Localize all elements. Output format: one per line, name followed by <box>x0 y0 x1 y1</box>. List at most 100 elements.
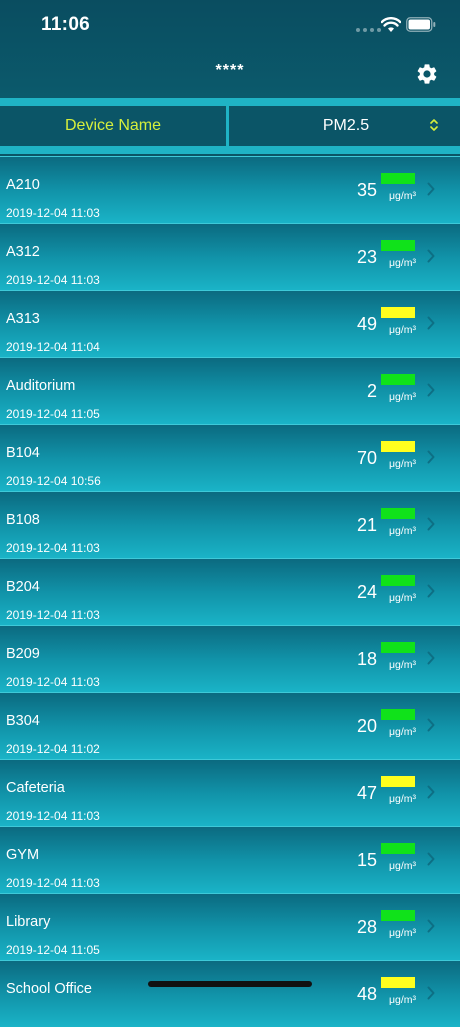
device-name: B209 <box>6 646 40 662</box>
pm25-value: 48 <box>356 984 377 1004</box>
device-timestamp: 2019-12-04 11:02 <box>6 742 100 756</box>
device-row[interactable]: A210 2019-12-04 11:03 35 μg/m³ <box>0 156 460 223</box>
device-row[interactable]: B204 2019-12-04 11:03 24 μg/m³ <box>0 558 460 625</box>
air-quality-level-bar <box>381 709 415 720</box>
device-name: Library <box>6 914 51 930</box>
chevron-right-icon <box>427 517 435 531</box>
device-timestamp: 2019-12-04 11:03 <box>6 809 100 823</box>
device-name: GYM <box>6 847 40 863</box>
chevron-right-icon <box>427 852 435 866</box>
status-time: 11:06 <box>41 14 91 35</box>
page-title: **** <box>215 62 245 79</box>
unit-label: μg/m³ <box>389 257 417 269</box>
device-name: School Office <box>6 981 92 997</box>
chevron-right-icon <box>427 718 435 732</box>
device-row[interactable]: GYM 2019-12-04 11:03 15 μg/m³ <box>0 826 460 893</box>
device-row[interactable]: B209 2019-12-04 11:03 18 μg/m³ <box>0 625 460 692</box>
unit-label: μg/m³ <box>389 525 417 537</box>
cellular-signal-icon <box>356 28 381 32</box>
air-quality-level-bar <box>381 441 415 452</box>
device-name: Auditorium <box>6 378 76 394</box>
device-timestamp: 2019-12-04 11:03 <box>6 675 100 689</box>
pm25-value: 70 <box>356 448 377 468</box>
air-quality-level-bar <box>381 910 415 921</box>
unit-label: μg/m³ <box>389 726 417 738</box>
device-row[interactable]: B104 2019-12-04 10:56 70 μg/m³ <box>0 424 460 491</box>
device-timestamp: 2019-12-04 11:03 <box>6 206 100 220</box>
chevron-right-icon <box>427 584 435 598</box>
sort-device-label: Device Name <box>64 117 162 134</box>
chevron-right-icon <box>427 785 435 799</box>
unit-label: μg/m³ <box>389 592 417 604</box>
device-timestamp: 2019-12-04 11:03 <box>6 273 100 287</box>
pm25-value: 24 <box>356 582 377 602</box>
chevron-right-icon <box>427 249 435 263</box>
device-row[interactable]: Auditorium 2019-12-04 11:05 2 μg/m³ <box>0 357 460 424</box>
unit-label: μg/m³ <box>389 793 417 805</box>
air-quality-level-bar <box>381 843 415 854</box>
chevron-right-icon <box>427 919 435 933</box>
device-timestamp: 2019-12-04 11:05 <box>6 943 100 957</box>
unit-label: μg/m³ <box>389 927 417 939</box>
unit-label: μg/m³ <box>389 190 417 202</box>
device-name: B104 <box>6 445 40 461</box>
air-quality-level-bar <box>381 508 415 519</box>
metric-label: PM2.5 <box>322 117 370 134</box>
device-name: B304 <box>6 713 40 729</box>
device-timestamp: 2019-12-04 11:05 <box>6 407 100 421</box>
gear-icon[interactable] <box>415 62 439 86</box>
pm25-value: 23 <box>356 247 377 267</box>
air-quality-level-bar <box>381 173 415 184</box>
device-timestamp: 2019-12-04 10:56 <box>6 474 101 488</box>
air-quality-level-bar <box>381 977 415 988</box>
device-timestamp: 2019-12-04 11:03 <box>6 608 100 622</box>
device-name: A312 <box>6 244 40 260</box>
header: 11:06 **** <box>0 0 460 98</box>
air-quality-level-bar <box>381 307 415 318</box>
unit-label: μg/m³ <box>389 458 417 470</box>
pm25-value: 35 <box>356 180 377 200</box>
device-row[interactable]: Library 2019-12-04 11:05 28 μg/m³ <box>0 893 460 960</box>
device-name: B108 <box>6 512 40 528</box>
device-name: B204 <box>6 579 40 595</box>
device-row[interactable]: Cafeteria 2019-12-04 11:03 47 μg/m³ <box>0 759 460 826</box>
device-row[interactable]: B304 2019-12-04 11:02 20 μg/m³ <box>0 692 460 759</box>
sort-bar: Device Name PM2.5 <box>0 106 460 146</box>
chevron-right-icon <box>427 651 435 665</box>
air-quality-level-bar <box>381 374 415 385</box>
device-name: A313 <box>6 311 40 327</box>
chevron-right-icon <box>427 316 435 330</box>
chevron-right-icon <box>427 383 435 397</box>
pm25-value: 28 <box>356 917 377 937</box>
device-timestamp: 2019-12-04 11:03 <box>6 541 100 555</box>
unit-label: μg/m³ <box>389 860 417 872</box>
unit-label: μg/m³ <box>389 659 417 671</box>
metric-selector[interactable]: PM2.5 <box>232 106 460 146</box>
device-timestamp: 2019-12-04 11:04 <box>6 340 100 354</box>
device-name: A210 <box>6 177 40 193</box>
pm25-value: 21 <box>356 515 377 535</box>
sort-arrows-icon <box>430 119 438 131</box>
chevron-right-icon <box>427 450 435 464</box>
device-name: Cafeteria <box>6 780 65 796</box>
air-quality-level-bar <box>381 240 415 251</box>
device-row[interactable]: A313 2019-12-04 11:04 49 μg/m³ <box>0 290 460 357</box>
air-quality-level-bar <box>381 575 415 586</box>
divider <box>0 98 460 106</box>
pm25-value: 20 <box>356 716 377 736</box>
unit-label: μg/m³ <box>389 324 417 336</box>
pm25-value: 47 <box>356 783 377 803</box>
air-quality-level-bar <box>381 776 415 787</box>
device-row[interactable]: A312 2019-12-04 11:03 23 μg/m³ <box>0 223 460 290</box>
wifi-icon <box>381 17 401 32</box>
pm25-value: 49 <box>356 314 377 334</box>
chevron-right-icon <box>427 986 435 1000</box>
sort-by-device-name-button[interactable]: Device Name <box>0 106 229 146</box>
unit-label: μg/m³ <box>389 391 417 403</box>
pm25-value: 18 <box>356 649 377 669</box>
pm25-value: 2 <box>366 381 377 401</box>
device-row[interactable]: B108 2019-12-04 11:03 21 μg/m³ <box>0 491 460 558</box>
device-row[interactable]: School Office 48 μg/m³ <box>0 960 460 1027</box>
pm25-value: 15 <box>356 850 377 870</box>
device-timestamp: 2019-12-04 11:03 <box>6 876 100 890</box>
